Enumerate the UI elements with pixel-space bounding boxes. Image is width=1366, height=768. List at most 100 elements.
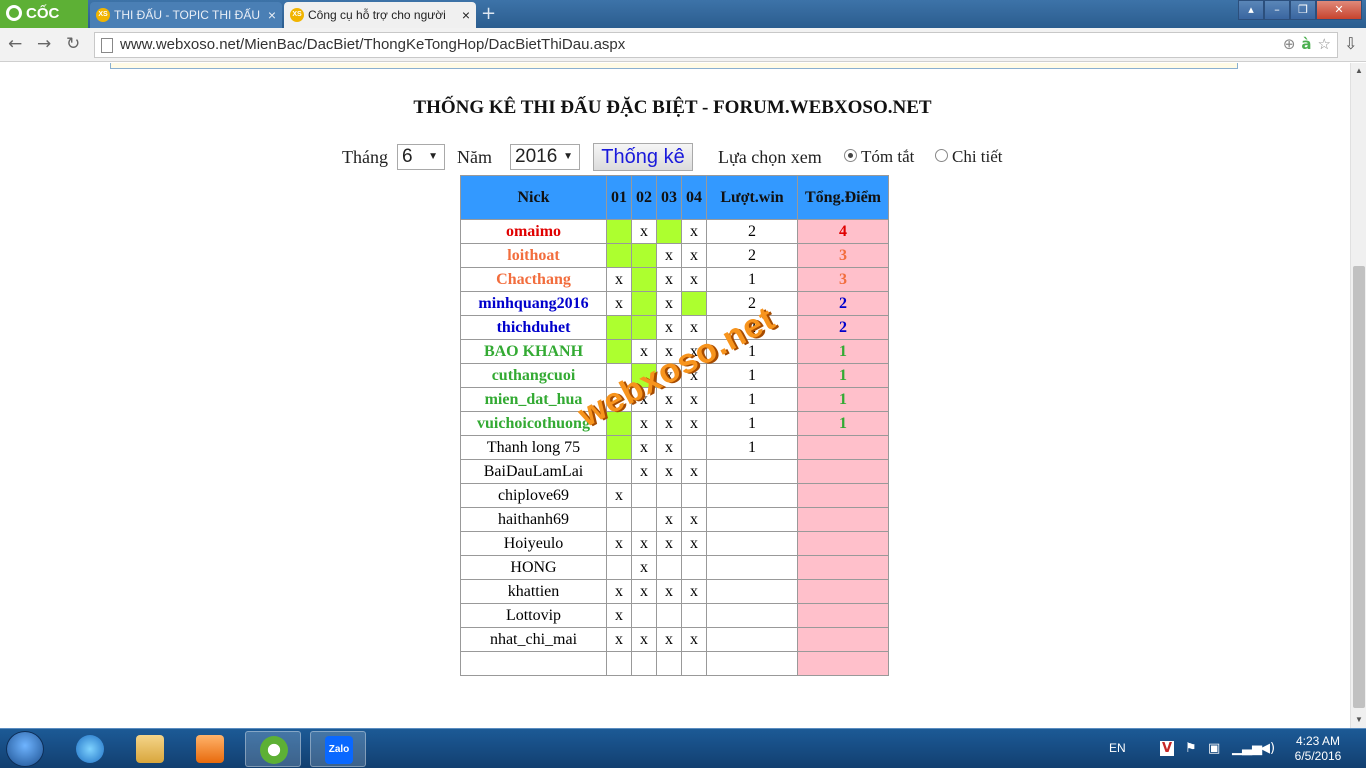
nick-cell: mien_dat_hua [460,387,607,412]
points-cell: 3 [797,267,889,292]
zoom-icon[interactable]: ⊕ [1283,35,1296,53]
points-cell: 3 [797,243,889,268]
table-row: cuthangcuoi x x 1 1 [460,363,889,388]
scroll-up-icon[interactable]: ▲ [1351,63,1366,79]
address-bar[interactable]: www.webxoso.net/MienBac/DacBiet/ThongKeT… [94,32,1338,58]
points-cell [797,555,889,580]
table-row: vuichoicothuong x x x 1 1 [460,411,889,436]
network-signal-icon[interactable]: ▁▃▅ [1232,741,1262,756]
close-tab-icon[interactable]: × [268,2,276,28]
table-row: minhquang2016 x x 2 2 [460,291,889,316]
table-row: nhat_chi_mai x x x x [460,627,889,652]
wins-cell: 1 [706,411,798,436]
table-row: HONG x [460,555,889,580]
maximize-icon[interactable]: ❐ [1290,0,1316,20]
minimize-icon[interactable]: – [1264,0,1290,20]
tab-label: THI ĐẤU - TOPIC THI ĐẤU [114,8,260,22]
action-center-flag-icon[interactable]: ⚑ [1185,741,1197,756]
year-select[interactable]: 2016 ▼ [510,144,580,170]
tab-thi-dau[interactable]: XS THI ĐẤU - TOPIC THI ĐẤU × [90,2,282,28]
header-day-04: 04 [681,175,707,220]
day-cell-03: x [656,579,682,604]
profile-icon[interactable]: ▴ [1238,0,1264,20]
taskbar-ie[interactable] [62,731,118,767]
wins-cell: 2 [706,315,798,340]
points-cell: 1 [797,363,889,388]
language-indicator[interactable]: EN [1109,741,1126,755]
url-tools: ⊕ à ☆ [1277,35,1331,53]
points-cell [797,531,889,556]
table-row: haithanh69 x x [460,507,889,532]
day-cell-01: x [606,483,632,508]
taskbar-coccoc[interactable] [245,731,301,767]
coccoc-brand[interactable]: CỐC CỐC [0,0,88,50]
day-cell-01 [606,243,632,268]
vertical-scrollbar[interactable]: ▲ ▼ [1350,63,1366,728]
taskbar-zalo[interactable]: Zalo [310,731,366,767]
day-cell-04 [681,291,707,316]
table-body: omaimo x x 2 4 loithoat x x 2 3 Chacthang x x x 1 3 minh… [460,219,889,676]
day-cell-01 [606,363,632,388]
url-text[interactable]: www.webxoso.net/MienBac/DacBiet/ThongKeT… [120,33,625,57]
points-cell: 4 [797,219,889,244]
forward-icon[interactable]: → [37,34,51,54]
taskbar-media-player[interactable] [182,731,238,767]
spell-icon[interactable]: à [1301,35,1311,53]
scroll-thumb[interactable] [1353,266,1365,708]
points-cell [797,435,889,460]
month-select[interactable]: 6 ▼ [397,144,445,170]
table-row: mien_dat_hua x x x 1 1 [460,387,889,412]
day-cell-03: x [656,459,682,484]
day-cell-02 [631,291,657,316]
zalo-icon: Zalo [325,736,353,764]
day-cell-02 [631,363,657,388]
points-cell [797,459,889,484]
statistics-button[interactable]: Thống kê [593,143,693,171]
bookmark-star-icon[interactable]: ☆ [1318,35,1331,53]
day-cell-02: x [631,219,657,244]
wins-cell: 2 [706,291,798,316]
day-cell-02: x [631,411,657,436]
summary-radio[interactable] [844,149,857,162]
reload-icon[interactable]: ↻ [66,34,80,54]
day-cell-03: x [656,507,682,532]
day-cell-02: x [631,531,657,556]
close-window-icon[interactable]: ✕ [1316,0,1362,20]
day-cell-04 [681,555,707,580]
detail-label: Chi tiết [952,147,1003,166]
device-icon[interactable]: ▣ [1208,741,1220,756]
volume-icon[interactable]: ◀) [1260,741,1275,756]
explorer-icon [136,735,164,763]
start-button[interactable] [6,731,44,767]
day-cell-02 [631,603,657,628]
system-clock[interactable]: 4:23 AM 6/5/2016 [1290,734,1346,764]
scroll-down-icon[interactable]: ▼ [1351,712,1366,728]
day-cell-03 [656,483,682,508]
day-cell-02: x [631,435,657,460]
nick-cell: HONG [460,555,607,580]
day-cell-02 [631,507,657,532]
detail-radio[interactable] [935,149,948,162]
view-option-label: Lựa chọn xem [718,147,822,167]
wins-cell: 1 [706,363,798,388]
header-points: Tổng.Điểm [797,175,889,220]
day-cell-01 [606,219,632,244]
tab-cong-cu[interactable]: XS Công cụ hỗ trợ cho người × [284,2,476,28]
wins-cell [706,603,798,628]
table-row: khattien x x x x [460,579,889,604]
close-tab-icon[interactable]: × [462,2,470,28]
download-icon[interactable]: ⇩ [1344,34,1357,53]
dropdown-arrow-icon: ▼ [428,151,438,162]
unikey-icon[interactable]: V [1160,741,1175,756]
navigation-bar: ← → ↻ www.webxoso.net/MienBac/DacBiet/Th… [0,28,1366,62]
day-cell-03: x [656,315,682,340]
new-tab-icon[interactable]: + [481,2,496,26]
day-cell-01 [606,387,632,412]
back-icon[interactable]: ← [8,34,22,54]
day-cell-03: x [656,435,682,460]
nick-cell [460,651,607,676]
table-row: omaimo x x 2 4 [460,219,889,244]
day-cell-02: x [631,555,657,580]
taskbar-explorer[interactable] [122,731,178,767]
month-value: 6 [402,146,413,167]
